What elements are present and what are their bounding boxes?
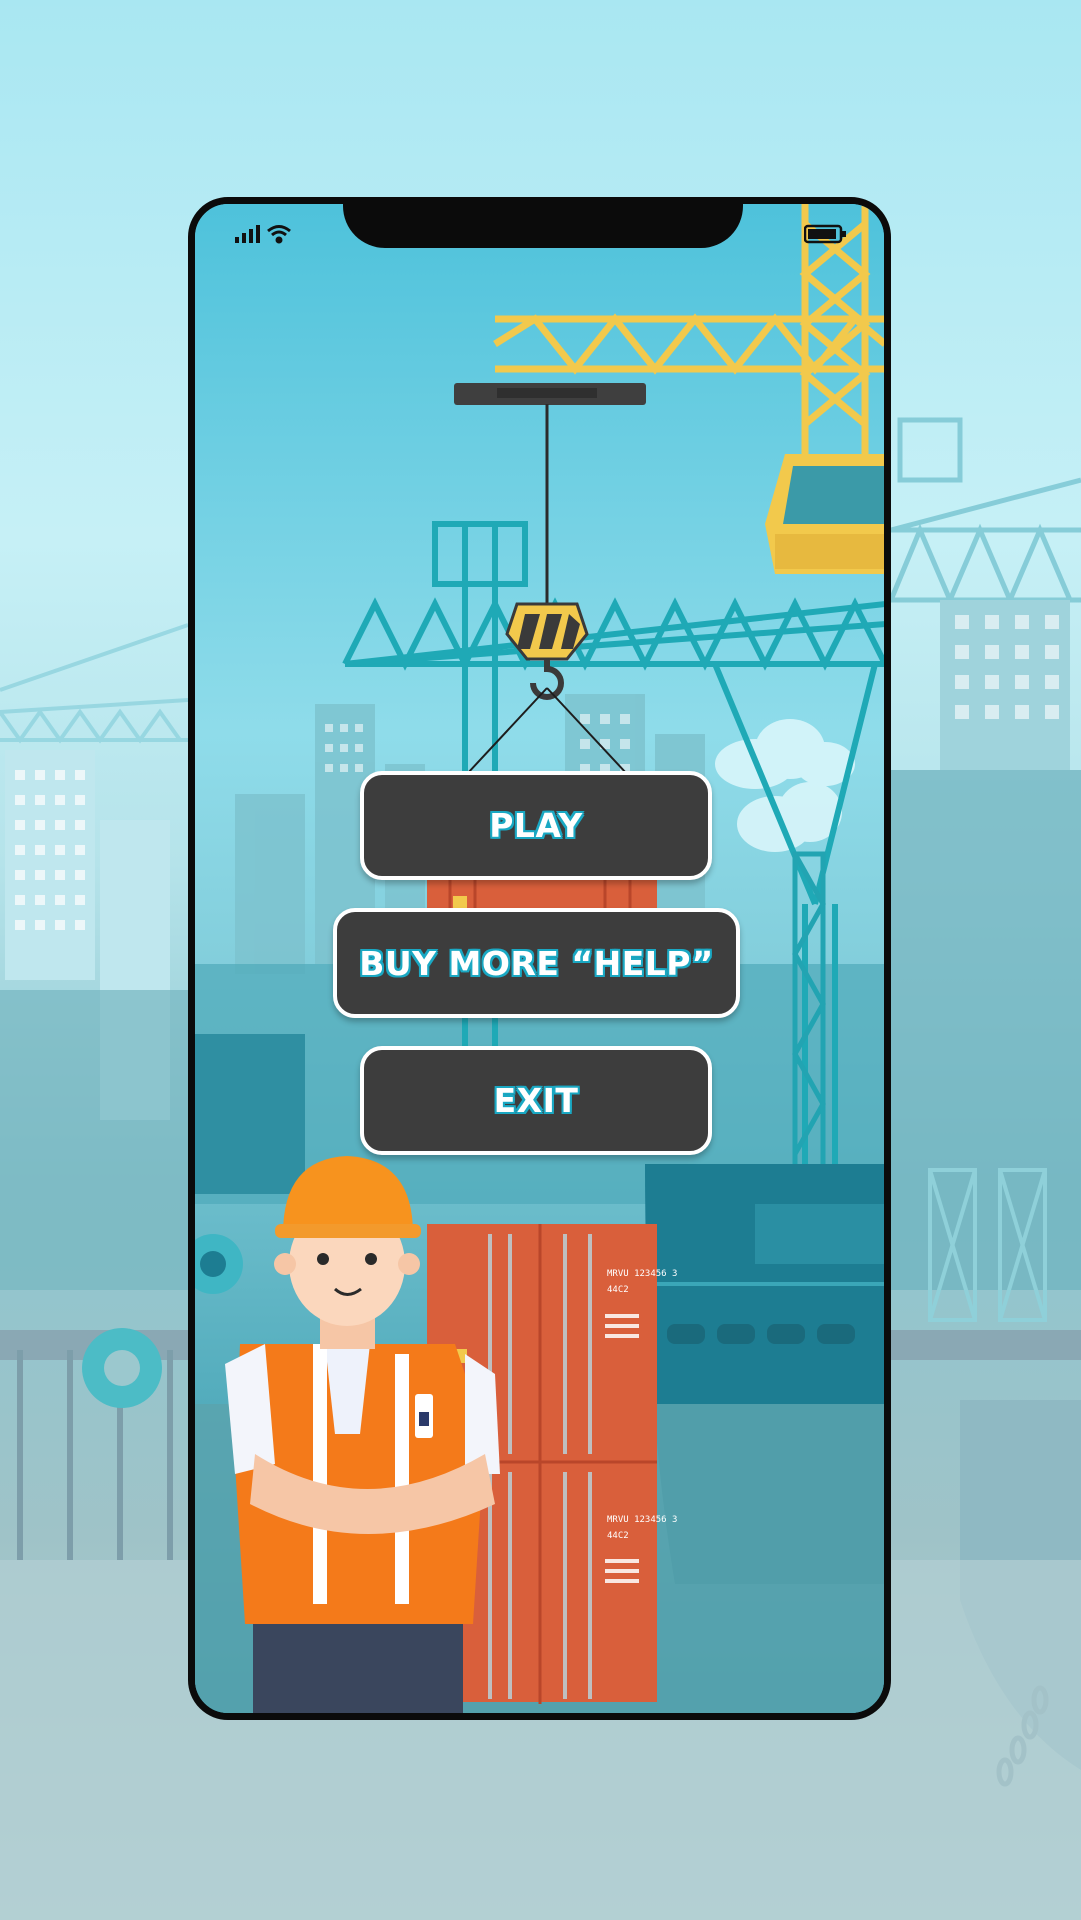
- container-code: MRVU 123456 3: [607, 1515, 677, 1525]
- status-bar-right: [803, 224, 848, 248]
- cellular-signal-icon: [235, 225, 260, 243]
- buy-more-help-button-label: BUY MORE “HELP”: [359, 943, 714, 983]
- outer-dock-right: [891, 1330, 1081, 1360]
- container-code-secondary: 44C2: [607, 1531, 629, 1541]
- outer-mid-band-right: [891, 770, 1081, 1290]
- outer-crane-right: [888, 417, 1081, 607]
- play-button-label: PLAY: [489, 806, 583, 845]
- crane-cab: [765, 454, 884, 574]
- buy-more-help-button[interactable]: BUY MORE “HELP”: [333, 908, 740, 1018]
- wifi-icon: [267, 225, 291, 244]
- game-scene: MRVU 123456 3 44C2 MRVU 123456 3 44C2 PL…: [0, 0, 1081, 1920]
- exit-button[interactable]: EXIT: [360, 1046, 712, 1155]
- phone-notch: [343, 204, 743, 248]
- container-code: MRVU 123456 3: [607, 1269, 677, 1279]
- outer-crane-left: [0, 623, 189, 744]
- outer-mid-band-left: [0, 990, 188, 1290]
- container-code-secondary: 44C2: [607, 1285, 629, 1295]
- exit-button-label: EXIT: [493, 1081, 579, 1120]
- phone-frame: MRVU 123456 3 44C2 MRVU 123456 3 44C2 PL…: [188, 197, 891, 1720]
- battery-icon: [803, 224, 846, 244]
- play-button[interactable]: PLAY: [360, 771, 712, 880]
- status-bar-left: [235, 222, 301, 250]
- dock-left: [195, 1034, 305, 1194]
